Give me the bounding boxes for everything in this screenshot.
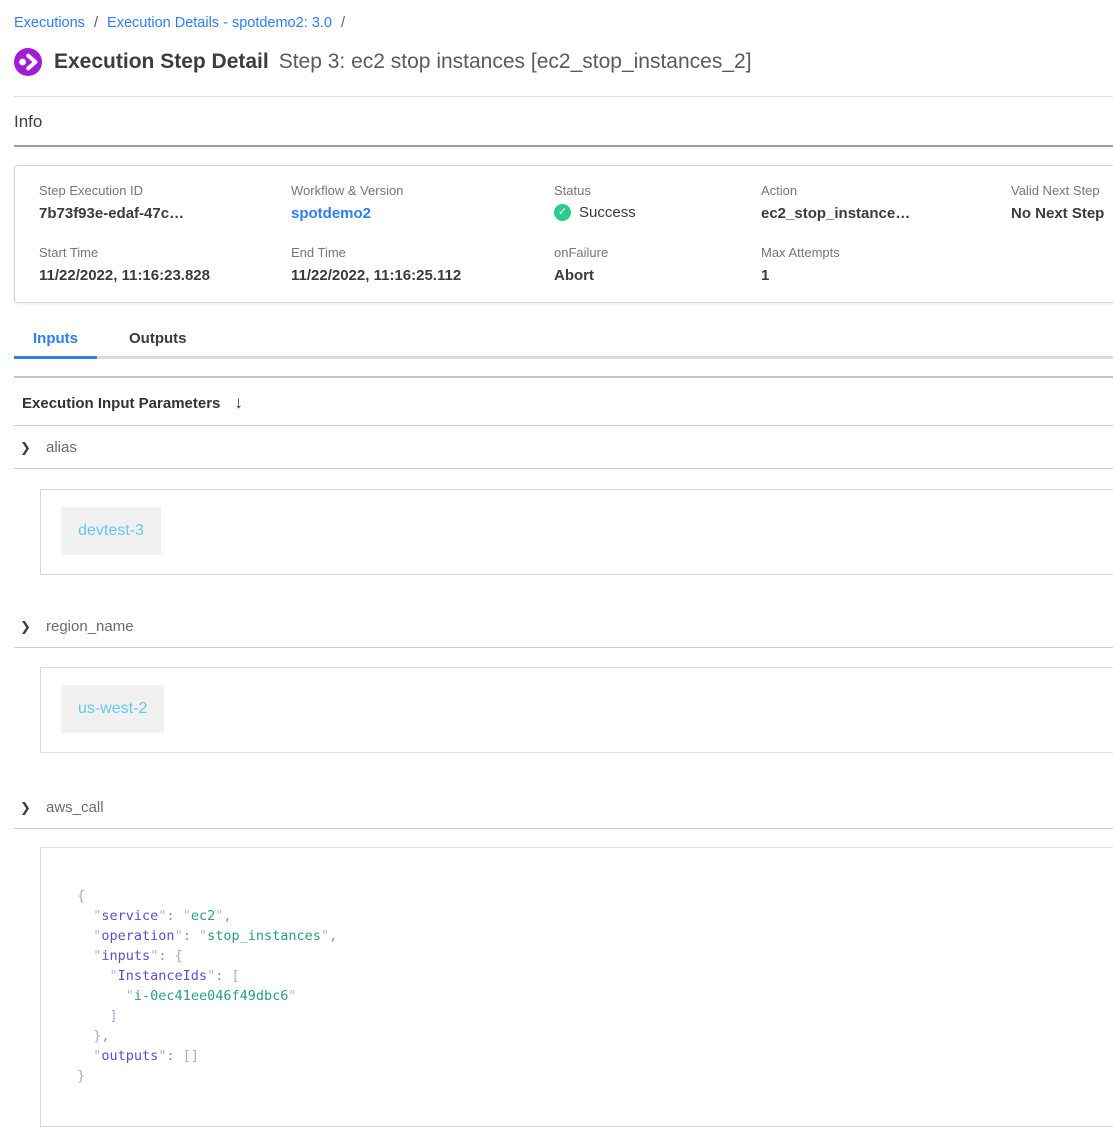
param-content-alias: devtest-3 xyxy=(40,489,1113,575)
region-name-value-chip: us-west-2 xyxy=(61,685,164,733)
code-line: }, xyxy=(77,1026,1109,1046)
field-start-time: Start Time 11/22/2022, 11:16:23.828 xyxy=(39,245,291,284)
page-subtitle: Step 3: ec2 stop instances [ec2_stop_ins… xyxy=(279,50,752,74)
success-check-icon: ✓ xyxy=(554,204,571,221)
page-title: Execution Step Detail xyxy=(54,50,269,74)
field-action: Action ec2_stop_instance… xyxy=(761,183,1011,222)
field-value: 7b73f93e-edaf-47c… xyxy=(39,205,291,222)
divider xyxy=(14,96,1113,97)
field-value: Abort xyxy=(554,267,761,284)
page-header: Execution Step Detail Step 3: ec2 stop i… xyxy=(14,45,1113,79)
collapse-all-arrow-icon[interactable]: ↓ xyxy=(234,393,243,413)
workflow-step-icon xyxy=(14,48,42,76)
workflow-link[interactable]: spotdemo2 xyxy=(291,205,371,222)
status-badge: Success xyxy=(579,204,636,221)
field-empty xyxy=(1011,245,1109,284)
field-max-attempts: Max Attempts 1 xyxy=(761,245,1011,284)
field-value: ec2_stop_instance… xyxy=(761,205,1011,222)
execution-step-detail-page: { "breadcrumb": { "links": ["Executions"… xyxy=(0,15,1113,1062)
field-label: Max Attempts xyxy=(761,245,1011,260)
code-line: "operation": "stop_instances", xyxy=(77,926,1109,946)
breadcrumb-separator: / xyxy=(341,15,345,31)
param-name: alias xyxy=(46,439,77,456)
execution-input-parameters-header: Execution Input Parameters ↓ xyxy=(14,378,1113,426)
field-value: 11/22/2022, 11:16:23.828 xyxy=(39,267,291,284)
breadcrumb: Executions / Execution Details - spotdem… xyxy=(14,15,1113,31)
field-label: Action xyxy=(761,183,1011,198)
field-label: Start Time xyxy=(39,245,291,260)
field-onfailure: onFailure Abort xyxy=(554,245,761,284)
param-header-alias[interactable]: ❯ alias xyxy=(14,426,1113,469)
field-value: 1 xyxy=(761,267,1011,284)
info-section-heading: Info xyxy=(14,112,1113,132)
field-label: End Time xyxy=(291,245,554,260)
code-line: "service": "ec2", xyxy=(77,906,1109,926)
breadcrumb-link-execution-details[interactable]: Execution Details - spotdemo2: 3.0 xyxy=(107,15,332,31)
field-end-time: End Time 11/22/2022, 11:16:25.112 xyxy=(291,245,554,284)
code-line: } xyxy=(77,1066,1109,1086)
field-value: No Next Step xyxy=(1011,205,1109,222)
tab-outputs[interactable]: Outputs xyxy=(110,323,206,359)
code-line: { xyxy=(77,886,1109,906)
json-viewer: { "service": "ec2", "operation": "stop_i… xyxy=(40,847,1113,1127)
param-content-region-name: us-west-2 xyxy=(40,667,1113,753)
code-line: "InstanceIds": [ xyxy=(77,966,1109,986)
param-header-aws-call[interactable]: ❯ aws_call xyxy=(14,786,1113,829)
chevron-right-icon[interactable]: ❯ xyxy=(20,800,46,816)
field-value: 11/22/2022, 11:16:25.112 xyxy=(291,267,554,284)
field-label: Status xyxy=(554,183,761,198)
field-label: onFailure xyxy=(554,245,761,260)
breadcrumb-separator: / xyxy=(94,15,98,31)
alias-value-chip: devtest-3 xyxy=(61,507,161,555)
code-line: ] xyxy=(77,1006,1109,1026)
field-step-execution-id: Step Execution ID 7b73f93e-edaf-47c… xyxy=(39,183,291,222)
chevron-right-icon[interactable]: ❯ xyxy=(20,440,46,456)
code-line: "outputs": [] xyxy=(77,1046,1109,1066)
field-label: Step Execution ID xyxy=(39,183,291,198)
field-valid-next-step: Valid Next Step No Next Step xyxy=(1011,183,1109,222)
chevron-right-icon[interactable]: ❯ xyxy=(20,619,46,635)
code-line: "inputs": { xyxy=(77,946,1109,966)
execution-input-parameters-title: Execution Input Parameters xyxy=(22,395,220,412)
param-name: aws_call xyxy=(46,799,104,816)
field-workflow-version: Workflow & Version spotdemo2 xyxy=(291,183,554,222)
breadcrumb-link-executions[interactable]: Executions xyxy=(14,15,85,31)
param-name: region_name xyxy=(46,618,134,635)
tabbar: Inputs Outputs xyxy=(14,323,1113,359)
json-code: { "service": "ec2", "operation": "stop_i… xyxy=(77,886,1109,1086)
param-header-region-name[interactable]: ❯ region_name xyxy=(14,605,1113,648)
info-card: Step Execution ID 7b73f93e-edaf-47c… Wor… xyxy=(14,165,1113,303)
divider xyxy=(14,145,1113,147)
code-line: "i-0ec41ee046f49dbc6" xyxy=(77,986,1109,1006)
tab-inputs[interactable]: Inputs xyxy=(14,323,97,359)
field-label: Valid Next Step xyxy=(1011,183,1109,198)
field-status: Status ✓ Success xyxy=(554,183,761,222)
field-label: Workflow & Version xyxy=(291,183,554,198)
